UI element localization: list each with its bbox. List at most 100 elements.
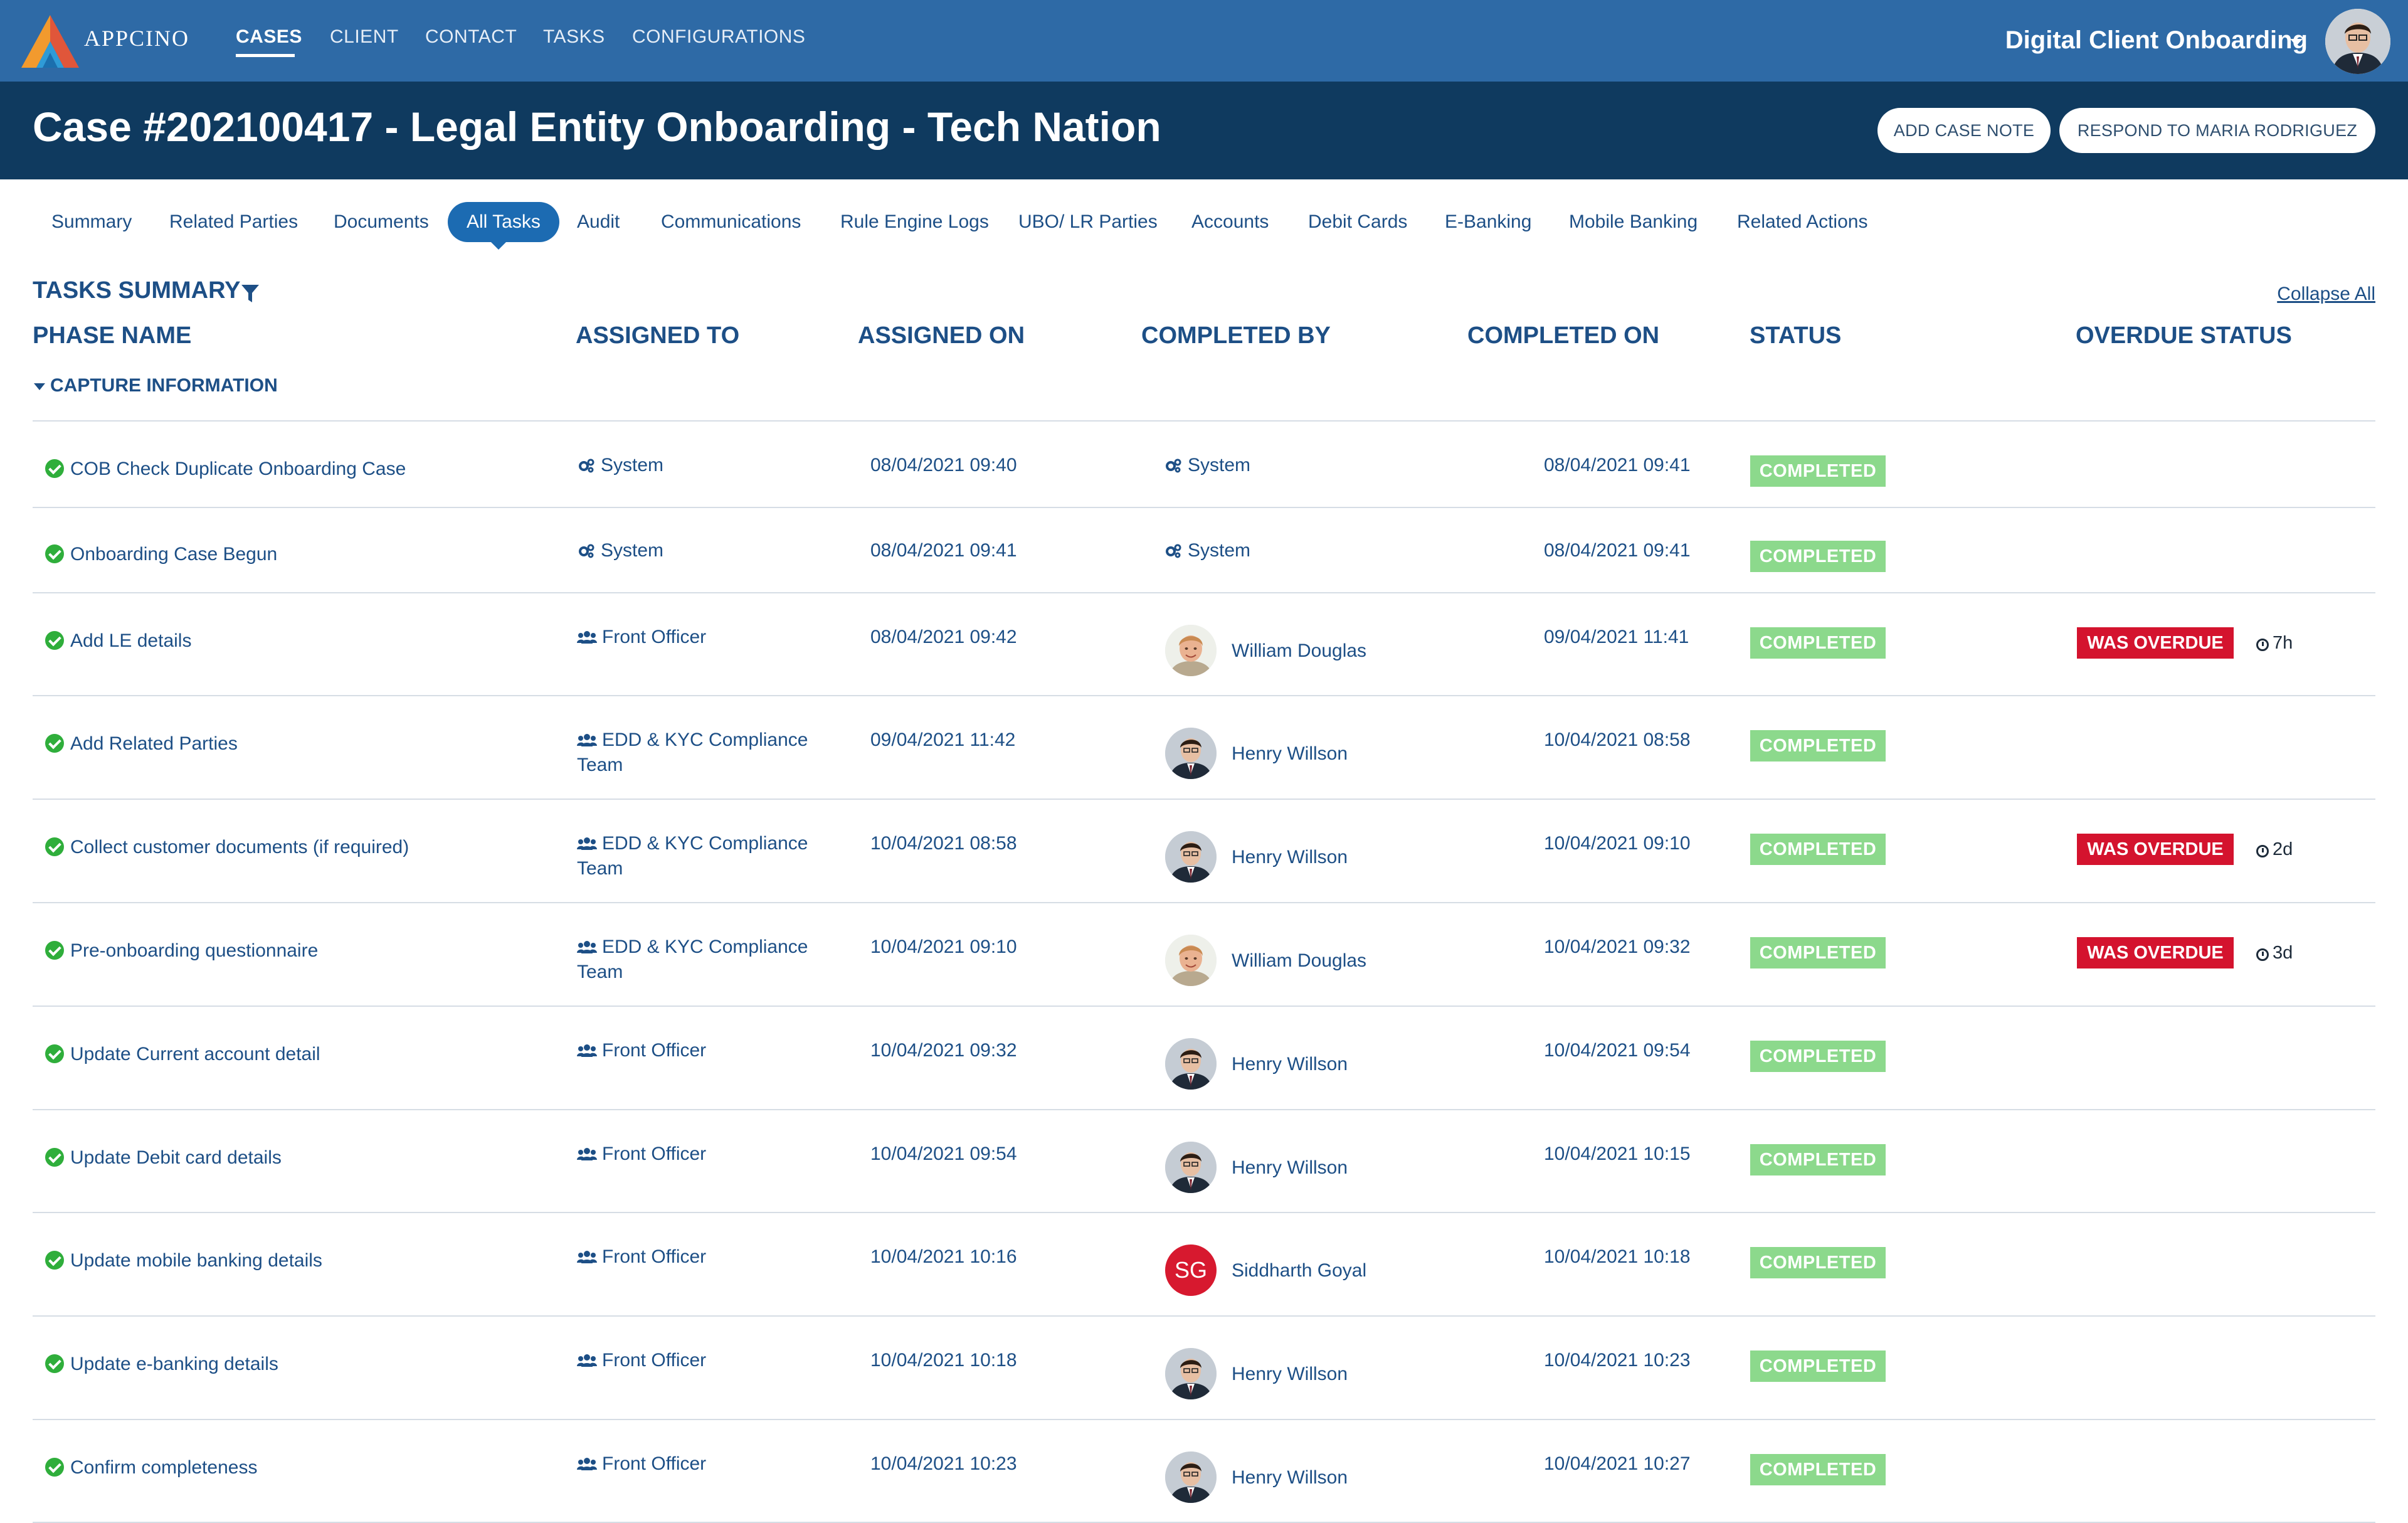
tab-mobile-banking[interactable]: Mobile Banking xyxy=(1550,202,1716,242)
tab-related-parties[interactable]: Related Parties xyxy=(150,202,317,242)
check-circle-icon xyxy=(45,631,64,650)
avatar[interactable] xyxy=(1165,728,1217,779)
task-row[interactable]: Onboarding Case Begun System 08/04/2021 09… xyxy=(33,507,2375,592)
task-name[interactable]: Update e-banking details xyxy=(45,1352,278,1377)
completed-by[interactable]: William Douglas xyxy=(1232,948,1366,974)
task-row[interactable]: Update Debit card details Front Officer 10… xyxy=(33,1109,2375,1212)
user-avatar[interactable] xyxy=(2325,9,2390,74)
phase-name: CAPTURE INFORMATION xyxy=(50,375,278,396)
avatar[interactable] xyxy=(1165,1451,1217,1503)
task-row[interactable]: Update e-banking details Front Officer 10/… xyxy=(33,1315,2375,1419)
clock-icon xyxy=(2256,639,2269,651)
assigned-to: Front Officer xyxy=(577,1142,815,1167)
task-name[interactable]: Pre-onboarding questionnaire xyxy=(45,938,318,963)
add-case-note-button[interactable]: ADD CASE NOTE xyxy=(1877,108,2051,153)
assigned-to: Front Officer xyxy=(577,1244,815,1270)
assigned-to: EDD & KYC Compliance Team xyxy=(577,831,815,881)
tab-summary[interactable]: Summary xyxy=(33,202,150,242)
task-name[interactable]: Update Debit card details xyxy=(45,1145,282,1170)
assigned-to-text: Front Officer xyxy=(602,1040,707,1061)
filter-icon[interactable] xyxy=(241,284,260,304)
completed-by[interactable]: William Douglas xyxy=(1232,639,1366,664)
tab-ubo-lr-parties[interactable]: UBO/ LR Parties xyxy=(1000,202,1176,242)
tab-rule-engine-logs[interactable]: Rule Engine Logs xyxy=(821,202,1008,242)
completed-by[interactable]: Henry Willson xyxy=(1232,1155,1348,1181)
task-row[interactable]: Add Related Parties EDD & KYC Compliance … xyxy=(33,695,2375,799)
col-assigned-on[interactable]: ASSIGNED ON xyxy=(858,322,1025,349)
phase-toggle[interactable]: CAPTURE INFORMATION xyxy=(34,375,278,396)
chevron-down-icon[interactable] xyxy=(2290,39,2303,46)
overdue-duration-text: 7h xyxy=(2273,633,2293,653)
avatar-initials[interactable]: SG xyxy=(1165,1244,1217,1296)
col-overdue-status[interactable]: OVERDUE STATUS xyxy=(2076,322,2292,349)
appcino-logo[interactable] xyxy=(19,13,82,70)
nav-client[interactable]: CLIENT xyxy=(330,26,399,48)
assigned-to-text: Front Officer xyxy=(602,1144,707,1164)
task-row[interactable]: Update mobile banking details Front Offic… xyxy=(33,1212,2375,1315)
task-name[interactable]: Onboarding Case Begun xyxy=(45,542,277,567)
overdue-duration: 7h xyxy=(2256,627,2293,659)
tab-e-banking[interactable]: E-Banking xyxy=(1426,202,1550,242)
task-row[interactable]: Collect customer documents (if required)… xyxy=(33,799,2375,902)
task-name[interactable]: Update Current account detail xyxy=(45,1042,320,1067)
completed-by[interactable]: Henry Willson xyxy=(1232,845,1348,870)
overdue-badge: WAS OVERDUE xyxy=(2077,834,2234,865)
task-name[interactable]: Confirm completeness xyxy=(45,1455,257,1480)
col-assigned-to[interactable]: ASSIGNED TO xyxy=(576,322,739,349)
nav-tasks[interactable]: TASKS xyxy=(543,26,605,48)
avatar[interactable] xyxy=(1165,625,1217,676)
col-phase-name[interactable]: PHASE NAME xyxy=(33,322,191,349)
col-completed-on[interactable]: COMPLETED ON xyxy=(1467,322,1659,349)
collapse-all-link[interactable]: Collapse All xyxy=(2277,284,2375,305)
users-icon xyxy=(577,1144,602,1164)
avatar[interactable] xyxy=(1165,1348,1217,1399)
task-row[interactable]: Update Current account detail Front Offic… xyxy=(33,1006,2375,1109)
users-icon xyxy=(577,1040,602,1061)
app-switcher[interactable]: Digital Client Onboarding xyxy=(2005,26,2308,55)
col-status[interactable]: STATUS xyxy=(1750,322,1841,349)
case-title: Case #202100417 - Legal Entity Onboardin… xyxy=(33,103,1161,150)
completed-by[interactable]: Siddharth Goyal xyxy=(1232,1258,1366,1283)
task-name[interactable]: COB Check Duplicate Onboarding Case xyxy=(45,457,406,482)
nav-configurations[interactable]: CONFIGURATIONS xyxy=(632,26,805,48)
task-name[interactable]: Add Related Parties xyxy=(45,731,238,756)
completed-by[interactable]: Henry Willson xyxy=(1232,741,1348,767)
completed-by[interactable]: Henry Willson xyxy=(1232,1362,1348,1387)
nav-contact[interactable]: CONTACT xyxy=(425,26,517,48)
respond-button[interactable]: RESPOND TO MARIA RODRIGUEZ xyxy=(2059,108,2375,153)
avatar[interactable] xyxy=(1165,1038,1217,1090)
task-name-text: Confirm completeness xyxy=(70,1457,258,1478)
task-row[interactable]: COB Check Duplicate Onboarding Case Syste… xyxy=(33,422,2375,507)
task-name[interactable]: Update mobile banking details xyxy=(45,1248,322,1273)
tab-related-actions[interactable]: Related Actions xyxy=(1718,202,1886,242)
task-row[interactable]: Pre-onboarding questionnaire EDD & KYC Co… xyxy=(33,902,2375,1006)
task-row[interactable]: Confirm completeness Front Officer 10/04/2… xyxy=(33,1419,2375,1522)
nav-active-indicator xyxy=(236,54,295,57)
completed-by[interactable]: Henry Willson xyxy=(1232,1052,1348,1077)
col-completed-by[interactable]: COMPLETED BY xyxy=(1141,322,1331,349)
tab-accounts[interactable]: Accounts xyxy=(1173,202,1287,242)
task-name[interactable]: Collect customer documents (if required) xyxy=(45,835,409,860)
nav-cases[interactable]: CASES xyxy=(236,26,302,48)
status-badge: COMPLETED xyxy=(1750,1041,1886,1072)
tab-all-tasks[interactable]: All Tasks xyxy=(448,202,559,242)
completed-by[interactable]: Henry Willson xyxy=(1232,1465,1348,1490)
task-name[interactable]: Add LE details xyxy=(45,629,191,654)
tab-communications[interactable]: Communications xyxy=(642,202,820,242)
status-badge: COMPLETED xyxy=(1750,455,1886,487)
check-circle-icon xyxy=(45,1251,64,1270)
assigned-to: System xyxy=(577,453,815,478)
status-badge: COMPLETED xyxy=(1750,937,1886,968)
avatar[interactable] xyxy=(1165,935,1217,986)
tab-audit[interactable]: Audit xyxy=(558,202,638,242)
user-portrait-icon xyxy=(2325,9,2390,74)
tab-documents[interactable]: Documents xyxy=(315,202,448,242)
completed-on: 10/04/2021 10:15 xyxy=(1544,1144,1691,1164)
avatar[interactable] xyxy=(1165,831,1217,883)
completed-on: 10/04/2021 09:10 xyxy=(1544,833,1691,854)
task-row[interactable]: Add LE details Front Officer 08/04/2021 09… xyxy=(33,592,2375,695)
assigned-to: Front Officer xyxy=(577,1451,815,1477)
completed-by: System xyxy=(1164,453,1250,478)
avatar[interactable] xyxy=(1165,1142,1217,1193)
tab-debit-cards[interactable]: Debit Cards xyxy=(1289,202,1426,242)
